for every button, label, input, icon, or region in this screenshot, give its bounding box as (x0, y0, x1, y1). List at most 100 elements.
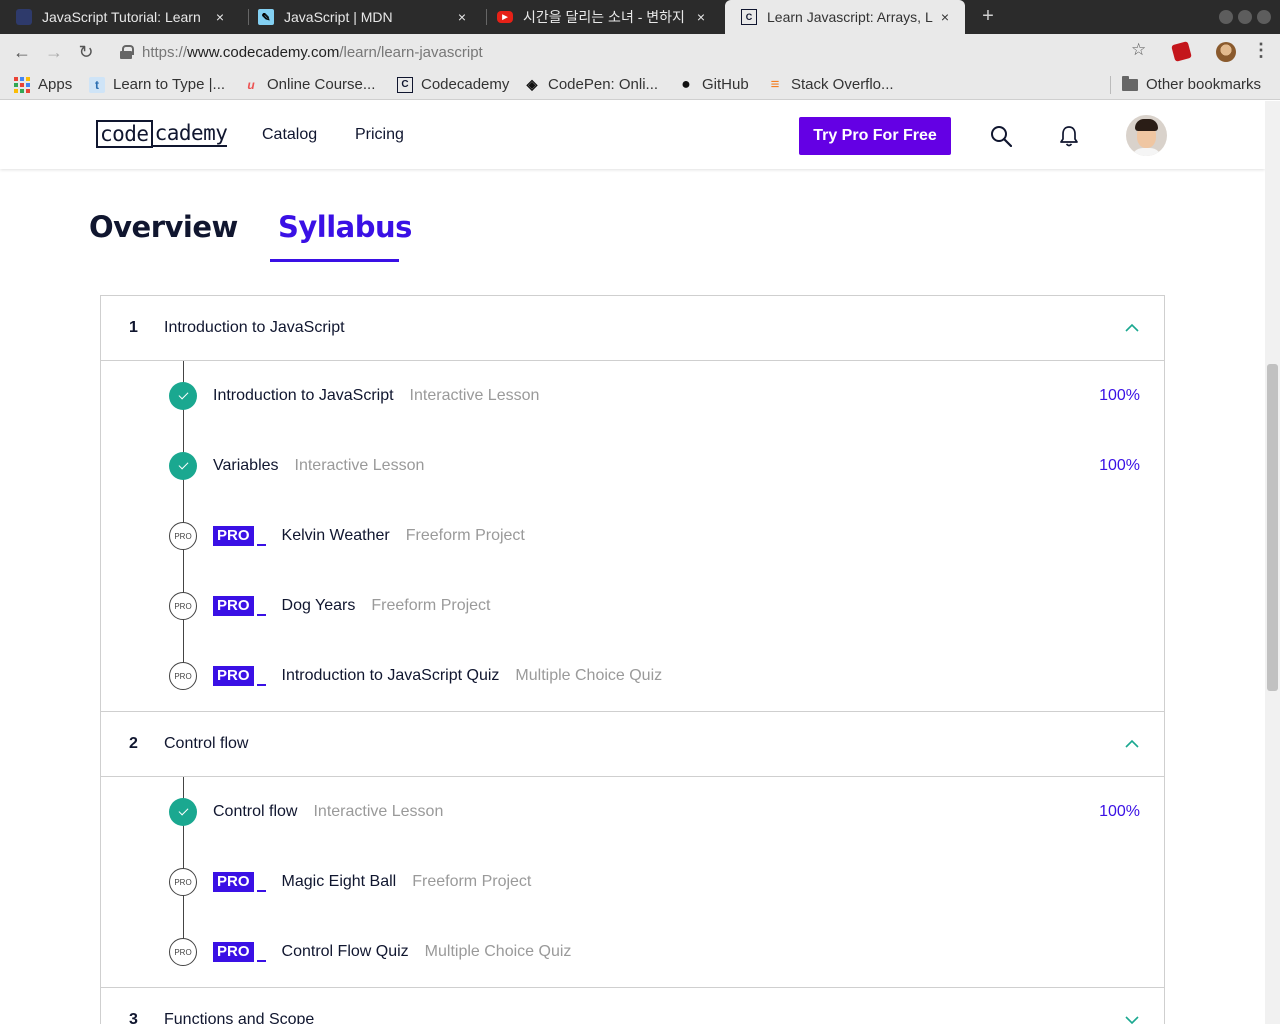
github-icon: ● (681, 75, 691, 93)
close-tab-icon[interactable]: × (454, 9, 470, 25)
bookmark-codecademy[interactable]: C Codecademy (397, 76, 509, 93)
codecademy-logo[interactable]: code cademy (96, 120, 228, 148)
lesson-name: Magic Eight Ball (281, 873, 397, 890)
lesson-row[interactable]: PRO PRO Dog Years Freeform Project (101, 571, 1164, 641)
browser-menu-icon[interactable]: ⋮ (1252, 40, 1270, 61)
scrollbar-thumb[interactable] (1267, 364, 1278, 691)
close-tab-icon[interactable]: × (212, 9, 228, 25)
typing-club-icon: t (89, 76, 105, 93)
module-lessons: Control flow Interactive Lesson 100% PRO… (101, 777, 1164, 988)
module-header[interactable]: 1 Introduction to JavaScript (101, 296, 1164, 361)
close-tab-icon[interactable]: × (937, 9, 953, 25)
bookmark-typing[interactable]: t Learn to Type |... (89, 76, 225, 93)
lesson-type: Interactive Lesson (294, 457, 425, 474)
lesson-row[interactable]: PRO PRO Magic Eight Ball Freeform Projec… (101, 847, 1164, 917)
lesson-row[interactable]: Control flow Interactive Lesson 100% (101, 777, 1164, 847)
url-host: www.codecademy.com (187, 43, 340, 61)
close-window-button[interactable] (1257, 10, 1271, 24)
pro-badge-text: PRO (213, 596, 254, 616)
lesson-row[interactable]: PRO PRO Control Flow Quiz Multiple Choic… (101, 917, 1164, 987)
lesson-row[interactable]: Introduction to JavaScript Interactive L… (101, 361, 1164, 431)
chevron-down-icon[interactable] (1125, 1013, 1139, 1024)
other-bookmarks-label: Other bookmarks (1146, 76, 1262, 93)
codecademy-favicon-icon: C (741, 9, 757, 25)
browser-tab[interactable]: ✎ JavaScript | MDN × (242, 0, 482, 34)
extension-icon[interactable] (1171, 41, 1192, 62)
module-header[interactable]: 3 Functions and Scope (101, 988, 1164, 1024)
pro-badge-cursor (256, 614, 266, 616)
logo-rest-text: cademy (152, 121, 228, 147)
chevron-up-icon[interactable] (1125, 737, 1139, 751)
bookmark-stackoverflow[interactable]: ≡ Stack Overflo... (767, 76, 894, 93)
nav-pricing[interactable]: Pricing (355, 126, 404, 144)
pro-badge-text: PRO (213, 872, 254, 892)
new-tab-button[interactable]: + (977, 5, 999, 27)
lesson-name: Kelvin Weather (281, 527, 390, 544)
module-lessons: Introduction to JavaScript Interactive L… (101, 361, 1164, 712)
site-header: code cademy Catalog Pricing Try Pro For F… (0, 101, 1265, 169)
bookmark-codepen[interactable]: ◈ CodePen: Onli... (524, 76, 658, 93)
address-bar[interactable]: https://www.codecademy.com/learn/learn-j… (110, 38, 1170, 66)
pro-badge-text: PRO (213, 942, 254, 962)
bookmark-label: Apps (38, 76, 73, 93)
lesson-row[interactable]: Variables Interactive Lesson 100% (101, 431, 1164, 501)
pro-badge-text: PRO (213, 666, 254, 686)
bookmark-label: Stack Overflo... (791, 76, 894, 93)
try-pro-button[interactable]: Try Pro For Free (799, 117, 951, 155)
reload-icon[interactable]: ↻ (74, 40, 98, 64)
browser-tab[interactable]: JavaScript Tutorial: Learn × (0, 0, 240, 34)
lock-icon (120, 45, 134, 59)
completed-check-icon (169, 382, 197, 410)
tab-overview[interactable]: Overview (89, 210, 238, 244)
module-number: 3 (129, 1011, 138, 1024)
lesson-type: Interactive Lesson (313, 803, 444, 820)
browser-tab[interactable]: ▶ 시간을 달리는 소녀 - 변하지 × (481, 0, 721, 34)
page-scrollbar[interactable] (1265, 101, 1280, 1024)
bell-icon[interactable] (1059, 125, 1079, 147)
module-title: Introduction to JavaScript (164, 319, 345, 336)
bookmark-star-icon[interactable]: ☆ (1131, 40, 1146, 60)
lesson-name: Dog Years (281, 597, 356, 614)
lesson-name: Control flow (213, 803, 298, 820)
browser-tab-active[interactable]: C Learn Javascript: Arrays, L × (725, 0, 965, 34)
user-avatar[interactable] (1126, 115, 1167, 156)
search-icon[interactable] (990, 125, 1012, 147)
pro-lock-icon: PRO (169, 868, 197, 896)
tab-syllabus[interactable]: Syllabus (278, 210, 412, 244)
lesson-name: Variables (213, 457, 279, 474)
udemy-icon: u (247, 77, 255, 92)
mdn-favicon-icon: ✎ (258, 9, 274, 25)
bookmarks-separator (1110, 76, 1111, 94)
pro-badge: PRO (213, 666, 266, 686)
other-bookmarks[interactable]: Other bookmarks (1122, 75, 1262, 93)
bookmark-udemy[interactable]: u Online Course... (243, 76, 375, 93)
lesson-row[interactable]: PRO PRO Introduction to JavaScript Quiz … (101, 641, 1164, 711)
bookmark-github[interactable]: ● GitHub (678, 75, 749, 94)
browser-profile-avatar[interactable] (1216, 42, 1236, 62)
folder-icon (1122, 75, 1138, 91)
browser-tab-bar: JavaScript Tutorial: Learn × ✎ JavaScrip… (0, 0, 1280, 34)
url-scheme: https:// (142, 43, 188, 61)
active-tab-underline (270, 259, 399, 262)
maximize-window-button[interactable] (1238, 10, 1252, 24)
pro-badge: PRO (213, 872, 266, 892)
close-tab-icon[interactable]: × (693, 9, 709, 25)
pro-badge-cursor (256, 544, 266, 546)
lesson-row[interactable]: PRO PRO Kelvin Weather Freeform Project (101, 501, 1164, 571)
bookmark-apps[interactable]: Apps (14, 76, 72, 93)
module-header[interactable]: 2 Control flow (101, 712, 1164, 777)
tab-title: JavaScript Tutorial: Learn (42, 9, 201, 25)
chevron-up-icon[interactable] (1125, 321, 1139, 335)
tab-title: Learn Javascript: Arrays, L (767, 9, 933, 25)
pro-lock-icon: PRO (169, 522, 197, 550)
back-arrow-icon[interactable]: ← (10, 40, 34, 64)
forward-arrow-icon[interactable]: → (42, 40, 66, 64)
lesson-type: Freeform Project (412, 873, 532, 890)
nav-catalog[interactable]: Catalog (262, 126, 317, 144)
module-title: Functions and Scope (164, 1011, 315, 1024)
minimize-window-button[interactable] (1219, 10, 1233, 24)
lesson-type: Interactive Lesson (409, 387, 540, 404)
module-title: Control flow (164, 735, 249, 752)
module-number: 2 (129, 735, 138, 752)
lesson-progress: 100% (1099, 803, 1140, 820)
